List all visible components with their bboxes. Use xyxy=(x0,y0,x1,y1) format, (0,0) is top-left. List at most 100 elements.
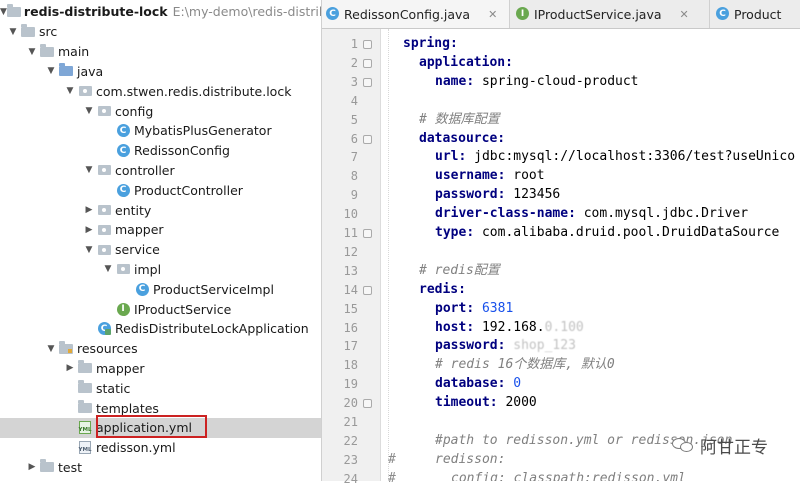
fold-marker-icon[interactable] xyxy=(363,134,372,144)
package-icon xyxy=(96,163,112,177)
line-number-gutter: 1 2 3 4 5 6 7 8 9 10 11 12 13 14 15 16 17 18 19 20 21 22 23 24 xyxy=(322,29,381,486)
code-token: redis xyxy=(419,281,459,297)
line-number: 14 xyxy=(343,282,358,297)
tree-item[interactable]: ▼ controller xyxy=(0,161,321,181)
tree-item[interactable]: ▼ resources xyxy=(0,339,321,359)
chevron-down-icon[interactable]: ▼ xyxy=(82,106,96,116)
code-token: : xyxy=(466,73,482,89)
tree-item-label: service xyxy=(115,242,160,258)
code-token: port xyxy=(435,300,467,316)
code-line: timeout: 2000 xyxy=(435,394,537,413)
chevron-down-icon[interactable]: ▼ xyxy=(63,86,77,96)
tree-item-label: templates xyxy=(96,400,159,416)
fold-marker-icon[interactable] xyxy=(363,399,372,409)
code-token: # redis配置 xyxy=(419,262,500,278)
code-editor[interactable]: spring: application: name: spring-cloud-pr… xyxy=(381,29,800,481)
fold-marker-icon[interactable] xyxy=(363,285,372,295)
tree-item[interactable]: ▼ service xyxy=(0,240,321,260)
code-line: password: shop_123 xyxy=(435,337,576,356)
editor-tab[interactable]: C RedissonConfig.java ✕ xyxy=(322,0,510,28)
code-token: 6381 xyxy=(481,300,514,316)
chevron-down-icon[interactable]: ▼ xyxy=(82,165,96,175)
tree-item-project-root[interactable]: ▼ redis-distribute-lock E:\my-demo\redis… xyxy=(0,2,321,22)
chevron-down-icon[interactable]: ▼ xyxy=(101,264,115,274)
tree-item[interactable]: I IProductService xyxy=(0,299,321,319)
tree-item[interactable]: static xyxy=(0,378,321,398)
code-token: : xyxy=(568,206,584,222)
tree-item[interactable]: C MybatisPlusGenerator xyxy=(0,121,321,141)
comment-marker: # xyxy=(388,470,396,486)
watermark: 阿甘正专 xyxy=(672,432,768,458)
tree-item-label: mapper xyxy=(115,222,164,238)
code-token: timeout xyxy=(435,395,490,411)
resources-folder-icon xyxy=(58,340,74,356)
class-icon: C xyxy=(716,7,729,20)
tree-item[interactable]: ▼ config xyxy=(0,101,321,121)
package-icon xyxy=(96,223,112,237)
chevron-right-icon[interactable]: ▶ xyxy=(25,462,39,472)
code-line: # redis配置 xyxy=(419,262,500,281)
tree-item[interactable]: ▼ impl xyxy=(0,260,321,280)
tree-item[interactable]: C RedissonConfig xyxy=(0,141,321,161)
chevron-down-icon[interactable]: ▼ xyxy=(82,245,96,255)
code-token: : xyxy=(497,338,514,354)
line-number: 20 xyxy=(343,396,358,411)
line-number: 17 xyxy=(343,339,358,354)
tree-item-label: MybatisPlusGenerator xyxy=(134,123,272,139)
code-token: # 数据库配置 xyxy=(419,111,500,127)
class-icon: C xyxy=(134,282,150,296)
fold-marker-icon[interactable] xyxy=(363,58,372,68)
chevron-right-icon[interactable]: ▶ xyxy=(82,205,96,215)
editor-tab[interactable]: C Product xyxy=(712,0,800,28)
tree-item-label: impl xyxy=(134,261,162,277)
code-line: spring: xyxy=(403,35,458,54)
folder-icon xyxy=(39,459,55,474)
line-number: 9 xyxy=(350,188,358,203)
tree-item[interactable]: ▶ mapper xyxy=(0,220,321,240)
tree-item-label: ProductController xyxy=(134,182,243,198)
tree-item[interactable]: ▶ mapper xyxy=(0,359,321,379)
package-icon xyxy=(115,262,131,276)
chevron-down-icon[interactable]: ▼ xyxy=(44,66,58,76)
chevron-right-icon[interactable]: ▶ xyxy=(82,225,96,235)
tree-item[interactable]: ▶ test xyxy=(0,458,321,478)
chevron-down-icon[interactable]: ▼ xyxy=(25,47,39,57)
tree-item[interactable]: C ProductServiceImpl xyxy=(0,279,321,299)
close-icon[interactable]: ✕ xyxy=(680,8,689,21)
code-token: 192.168. xyxy=(481,319,545,335)
fold-marker-icon[interactable] xyxy=(363,77,372,87)
code-token: : xyxy=(458,281,466,297)
source-folder-icon xyxy=(58,63,74,78)
code-token: url xyxy=(435,149,459,165)
tree-item[interactable]: C ProductController xyxy=(0,180,321,200)
tree-item-label: entity xyxy=(115,202,152,218)
code-line: database: 0 xyxy=(435,375,521,394)
tree-item[interactable]: ▶ entity xyxy=(0,200,321,220)
chevron-down-icon[interactable]: ▼ xyxy=(6,27,20,37)
project-path: E:\my-demo\redis-distribute- xyxy=(172,4,321,20)
code-token: name xyxy=(435,73,467,89)
comment-marker: # xyxy=(388,451,396,467)
tree-item-label: RedisDistributeLockApplication xyxy=(115,321,309,337)
tree-item[interactable]: ▼ src xyxy=(0,22,321,42)
fold-marker-icon[interactable] xyxy=(363,40,372,49)
close-icon[interactable]: ✕ xyxy=(488,8,497,21)
class-icon: C xyxy=(115,124,131,138)
tree-item[interactable]: YML redisson.yml xyxy=(0,438,321,458)
tree-item[interactable]: ▼ com.stwen.redis.distribute.lock xyxy=(0,81,321,101)
line-number: 10 xyxy=(343,207,358,222)
tree-item[interactable]: C RedisDistributeLockApplication xyxy=(0,319,321,339)
chevron-down-icon[interactable]: ▼ xyxy=(44,344,58,354)
fold-marker-icon[interactable] xyxy=(363,229,372,238)
tree-item[interactable]: ▼ java xyxy=(0,62,321,82)
chevron-right-icon[interactable]: ▶ xyxy=(63,363,77,373)
line-number: 13 xyxy=(343,263,358,278)
line-number: 24 xyxy=(343,471,358,486)
chevron-down-icon[interactable]: ▼ xyxy=(0,7,7,17)
code-token: 0 xyxy=(513,376,522,392)
class-icon: C xyxy=(326,7,339,20)
code-token: password xyxy=(435,187,498,203)
code-token: config: classpath:redisson.yml xyxy=(451,470,686,481)
editor-tab[interactable]: I IProductService.java ✕ xyxy=(512,0,710,28)
tree-item[interactable]: ▼ main xyxy=(0,42,321,62)
